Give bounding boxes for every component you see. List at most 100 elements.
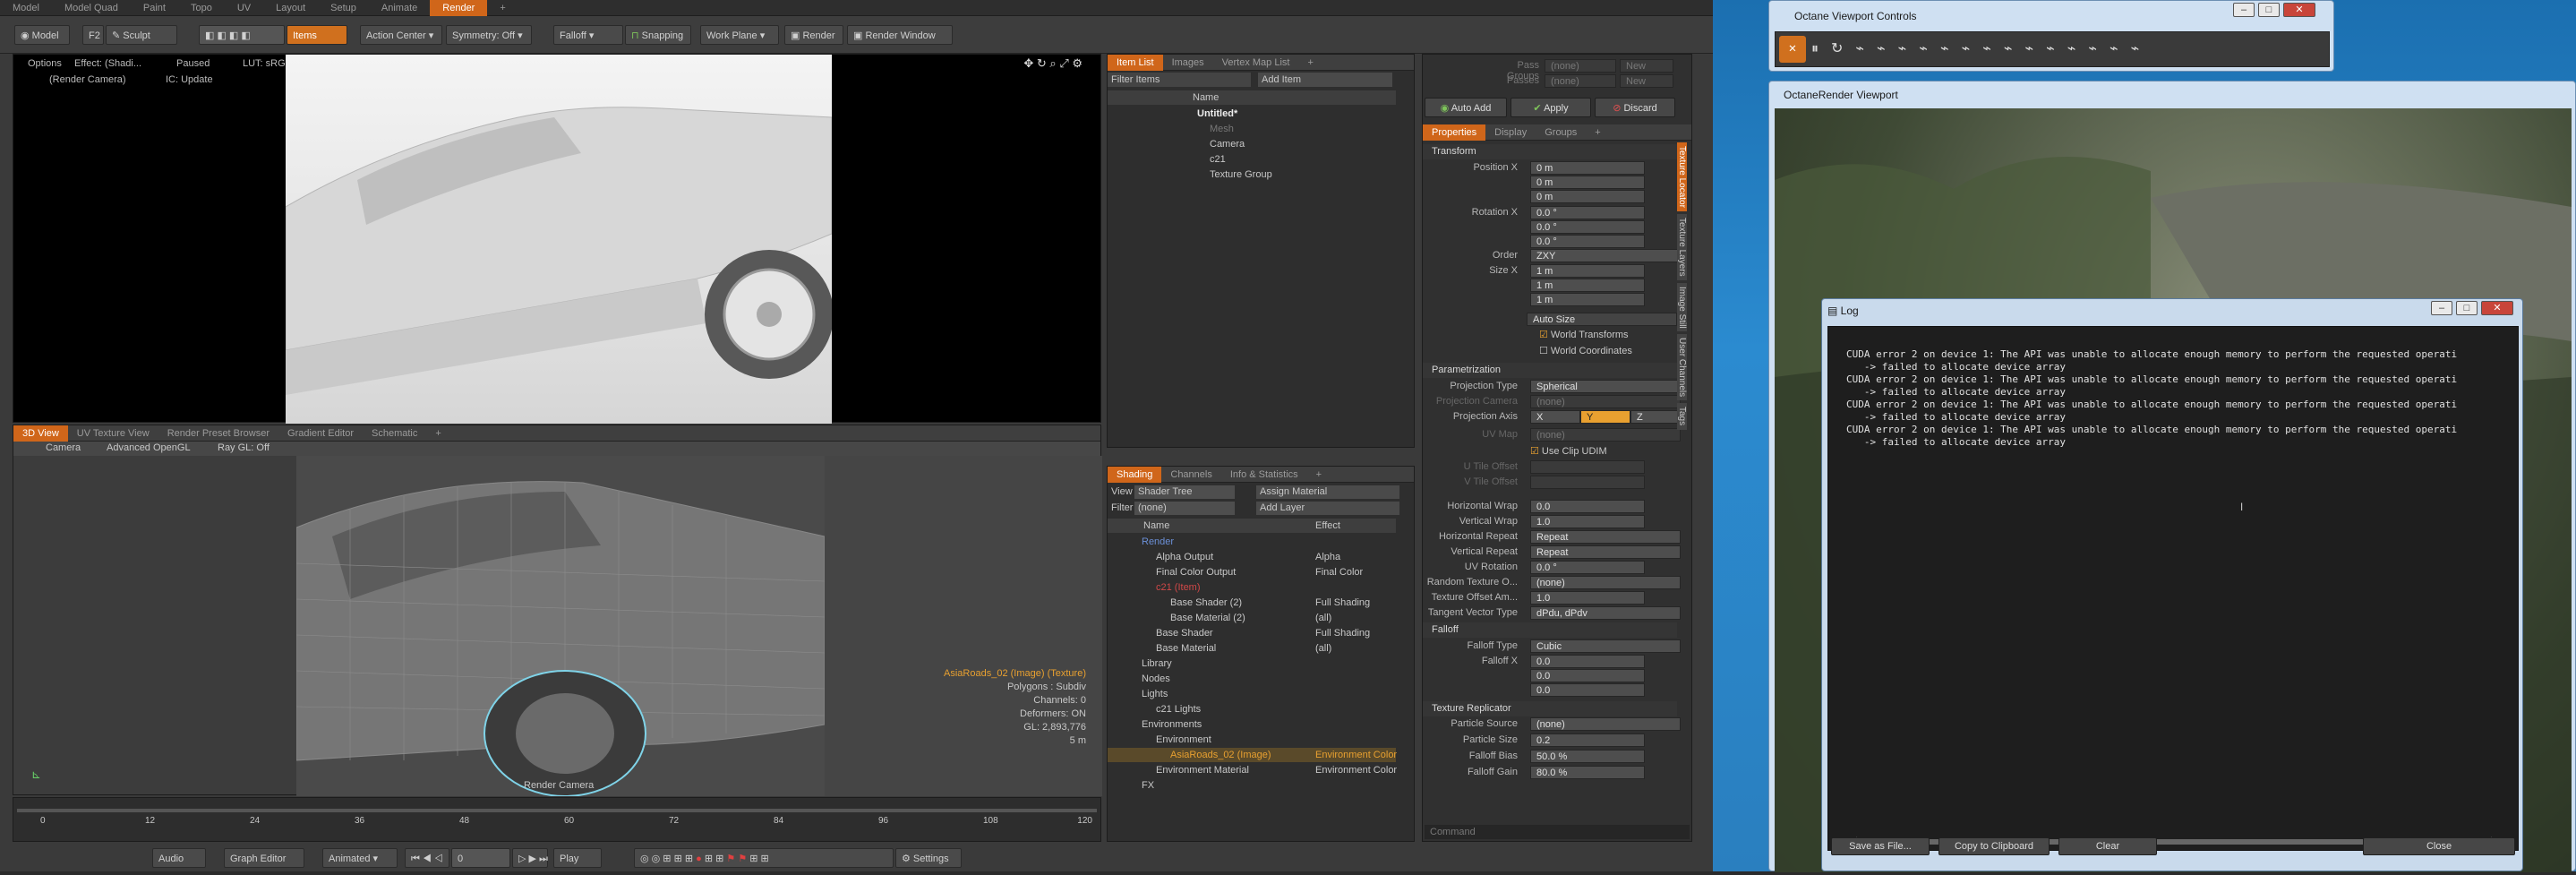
position-z[interactable]: 0 m (1530, 190, 1645, 203)
shader-row[interactable]: c21 Lights (1108, 702, 1396, 716)
shader-row[interactable]: Base Shader (2) Full Shading (1108, 596, 1396, 610)
tab-shading[interactable]: Shading (1108, 466, 1162, 483)
tab-properties[interactable]: Properties (1423, 124, 1486, 141)
size-z[interactable]: 1 m (1530, 293, 1645, 306)
side-tab-user-channels[interactable]: User Channels (1677, 334, 1687, 401)
side-tab-texture-layers[interactable]: Texture Layers (1677, 213, 1687, 280)
log-maximize-button[interactable]: □ (2456, 301, 2478, 315)
shader-row[interactable]: Lights (1108, 687, 1396, 701)
tab-images[interactable]: Images (1163, 55, 1213, 71)
tab-uv-texture-view[interactable]: UV Texture View (68, 425, 158, 442)
vrepeat-dropdown[interactable]: Repeat (1530, 545, 1681, 559)
shader-row[interactable]: Base Material (2) (all) (1108, 611, 1396, 625)
replicator-section[interactable]: Texture Replicator (1423, 701, 1677, 716)
rotation-z[interactable]: 0.0 ° (1530, 235, 1645, 248)
viewport-nav-icons[interactable]: ✥ ↻ ⌕ ⤢ ⚙ (1023, 56, 1083, 71)
tangent-dropdown[interactable]: dPdu, dPdv (1530, 606, 1681, 620)
auto-add-button[interactable]: ◉ Auto Add (1425, 98, 1507, 117)
world-transforms-checkbox[interactable]: ☑ World Transforms (1539, 329, 1629, 340)
rotation-y[interactable]: 0.0 ° (1530, 220, 1645, 234)
shader-row[interactable]: Base Material (all) (1108, 641, 1396, 656)
use-clip-udim-checkbox[interactable]: ☑ Use Clip UDIM (1530, 445, 1607, 457)
transport-back-icons[interactable]: ⏮ ◀ ◁ (405, 848, 449, 868)
item-camera[interactable]: Camera (1108, 137, 1414, 151)
octane-logo-icon[interactable]: ✕ (1779, 36, 1806, 63)
item-mesh[interactable]: Mesh (1108, 122, 1414, 136)
render-effect[interactable]: Effect: (Shadi... (74, 58, 141, 69)
add-item-button[interactable]: Add Item (1258, 73, 1392, 87)
tab-topo[interactable]: Topo (178, 0, 225, 16)
log-output[interactable]: CUDA error 2 on device 1: The API was un… (1827, 326, 2519, 851)
transport-forward-icons[interactable]: ▷ ▶ ⏭ (512, 848, 548, 868)
axis-y[interactable]: Y (1580, 410, 1630, 424)
close-button[interactable]: ✕ (2283, 3, 2315, 17)
tab-3d-view[interactable]: 3D View (13, 425, 68, 442)
render-button[interactable]: ▣ Render (784, 25, 843, 45)
work-plane-dropdown[interactable]: Work Plane ▾ (700, 25, 779, 45)
tab-add[interactable]: + (487, 0, 518, 16)
tab-info-statistics[interactable]: Info & Statistics (1221, 467, 1307, 483)
falloff-y[interactable]: 0.0 (1530, 669, 1645, 682)
play-button[interactable]: Play (553, 848, 602, 868)
octane-tool-icons[interactable]: ⏸↻⌁⌁⌁⌁⌁⌁⌁⌁⌁⌁⌁⌁⌁⌁ (1811, 39, 2152, 57)
discard-button[interactable]: ⊘ Discard (1595, 98, 1675, 117)
position-x[interactable]: 0 m (1530, 161, 1645, 175)
3d-viewport[interactable] (295, 456, 826, 797)
world-coordinates-checkbox[interactable]: ☐ World Coordinates (1539, 345, 1632, 356)
log-minimize-button[interactable]: – (2431, 301, 2452, 315)
timeline-track[interactable] (17, 809, 1097, 812)
tab-setup[interactable]: Setup (318, 0, 369, 16)
shader-row[interactable]: Library (1108, 656, 1396, 671)
item-texture-group[interactable]: Texture Group (1108, 167, 1414, 182)
render-lut[interactable]: LUT: sRGB (243, 58, 292, 69)
shader-row[interactable]: Environment Material Environment Color (1108, 763, 1397, 777)
tab-gradient-editor[interactable]: Gradient Editor (278, 425, 363, 442)
shader-row[interactable]: Environments (1108, 717, 1396, 732)
close-log-button[interactable]: Close (2363, 837, 2515, 855)
save-as-file-button[interactable]: Save as File... (1831, 837, 1930, 855)
clear-button[interactable]: Clear (2058, 837, 2157, 855)
projection-type-dropdown[interactable]: Spherical (1530, 380, 1681, 393)
maximize-button[interactable]: □ (2258, 3, 2280, 17)
tab-add-shading[interactable]: + (1307, 467, 1331, 483)
render-ic[interactable]: IC: Update (166, 74, 213, 85)
minimize-button[interactable]: – (2233, 3, 2255, 17)
tab-layout[interactable]: Layout (263, 0, 318, 16)
uv-map-dropdown[interactable]: (none) (1530, 428, 1681, 442)
tab-uv[interactable]: UV (225, 0, 263, 16)
items-mode-button[interactable]: Items (287, 25, 347, 45)
size-x[interactable]: 1 m (1530, 264, 1645, 278)
falloff-bias-field[interactable]: 50.0 % (1530, 750, 1645, 763)
auto-size-button[interactable]: Auto Size (1527, 313, 1677, 326)
tab-display[interactable]: Display (1485, 124, 1536, 141)
size-y[interactable]: 1 m (1530, 279, 1645, 292)
shader-row[interactable]: c21 (Item) (1108, 580, 1396, 595)
key-tool-icons[interactable]: ◎ ◎ ⊞ ⊞ ⊞ ● ⊞ ⊞ ⚑ ⚑ ⊞ ⊞ (634, 848, 894, 868)
uv-rotation-field[interactable]: 0.0 ° (1530, 561, 1645, 574)
frame-field[interactable]: 0 (451, 848, 510, 868)
render-window-button[interactable]: ▣ Render Window (847, 25, 953, 45)
shader-row[interactable]: Nodes (1108, 672, 1396, 686)
shader-row[interactable]: FX (1108, 778, 1396, 793)
falloff-z[interactable]: 0.0 (1530, 683, 1645, 697)
filter-items[interactable]: Filter Items (1108, 73, 1251, 87)
shader-row[interactable]: Render (1108, 535, 1396, 549)
particle-size-field[interactable]: 0.2 (1530, 733, 1645, 747)
tab-model-quad[interactable]: Model Quad (52, 0, 131, 16)
render-camera[interactable]: (Render Camera) (49, 74, 126, 85)
parametrization-section[interactable]: Parametrization (1423, 363, 1677, 378)
order-dropdown[interactable]: ZXY (1530, 249, 1681, 262)
render-options[interactable]: Options (28, 58, 62, 69)
particle-source-dropdown[interactable]: (none) (1530, 717, 1681, 731)
item-untitled[interactable]: Untitled* (1108, 107, 1414, 121)
timeline[interactable]: 0 12 24 36 48 60 72 84 96 108 120 (13, 797, 1101, 842)
side-tab-image-still[interactable]: Image Still (1677, 282, 1687, 332)
side-tab-tags[interactable]: Tags (1677, 403, 1687, 430)
animated-dropdown[interactable]: Animated ▾ (322, 848, 398, 868)
projection-camera-dropdown[interactable]: (none) (1530, 395, 1681, 408)
tab-item-list[interactable]: Item List (1108, 54, 1163, 71)
axis-z[interactable]: Z (1630, 410, 1681, 424)
f2-button[interactable]: F2 (82, 25, 104, 45)
tab-vertex-map-list[interactable]: Vertex Map List (1213, 55, 1299, 71)
hrepeat-dropdown[interactable]: Repeat (1530, 530, 1681, 544)
